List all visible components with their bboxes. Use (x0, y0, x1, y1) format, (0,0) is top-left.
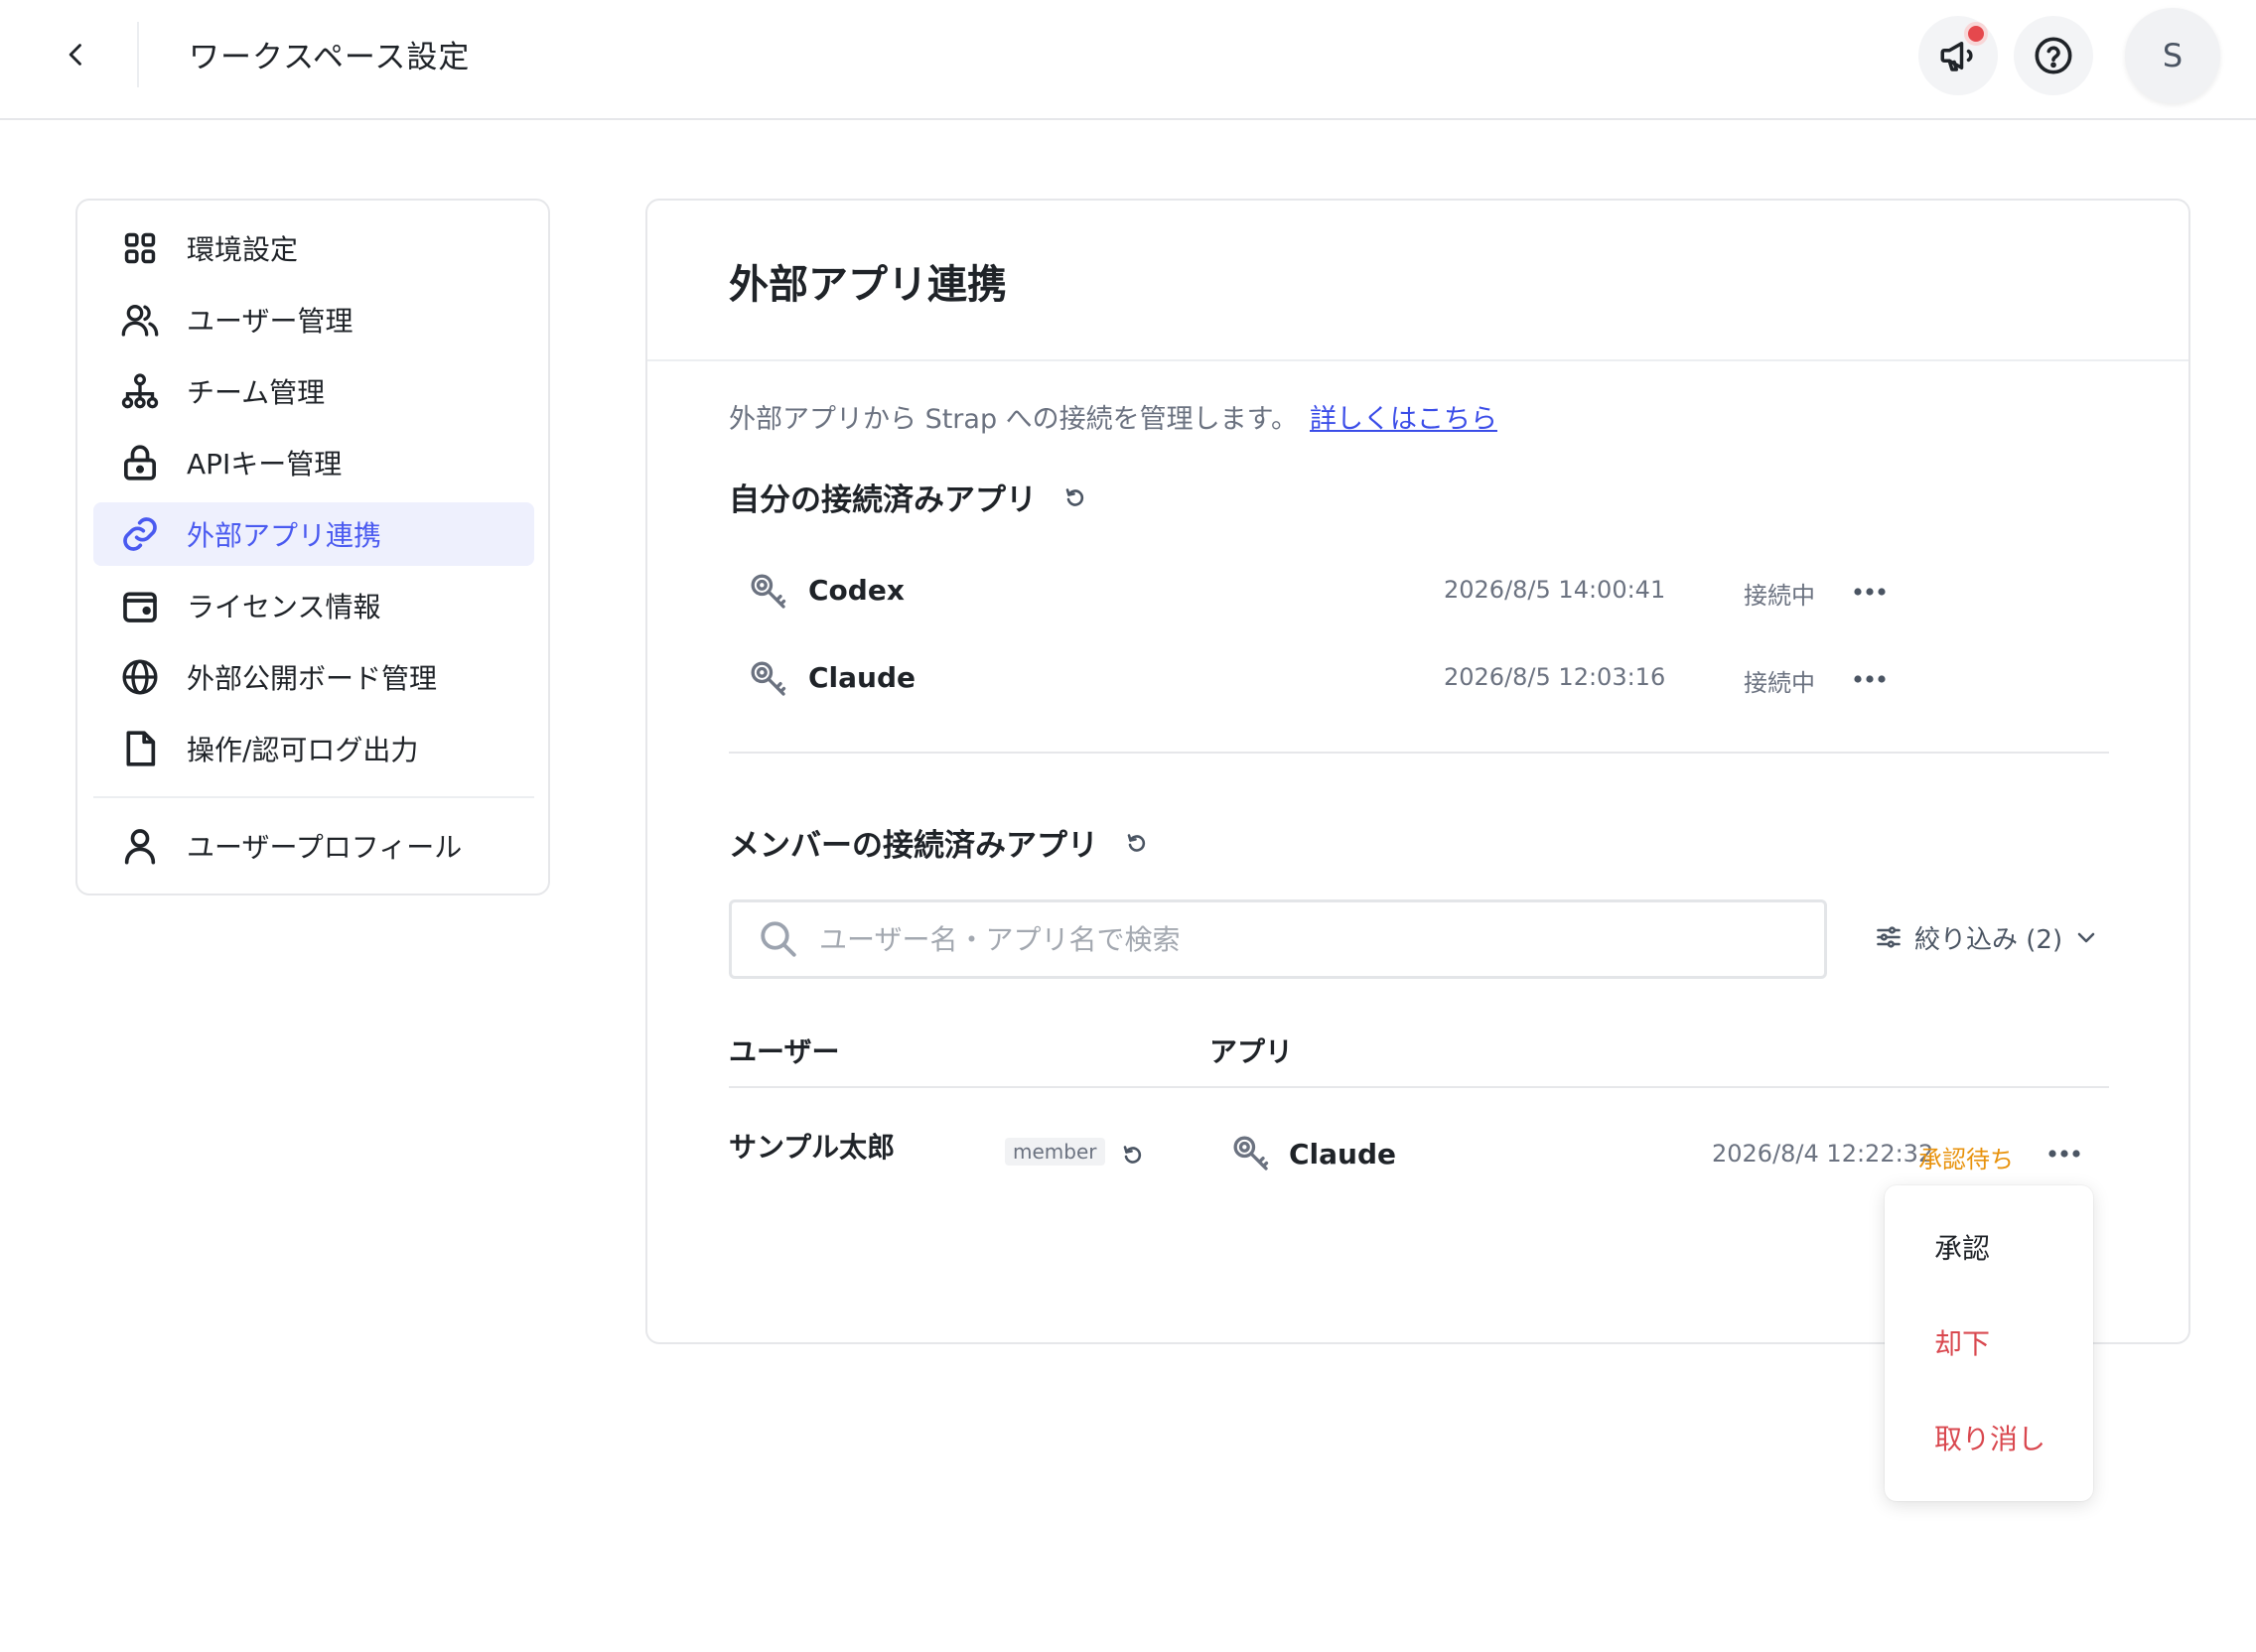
menu-item-reject[interactable]: 却下 (1885, 1303, 2093, 1382)
sidebar-divider (93, 796, 534, 798)
sidebar-item-label: ライセンス情報 (187, 591, 381, 623)
app-header: ワークスペース設定 S (0, 0, 2256, 120)
my-apps-refresh-button[interactable] (1058, 481, 1092, 514)
row-refresh-button[interactable] (1116, 1138, 1150, 1171)
connected-timestamp: 2026/8/5 14:00:41 (1444, 576, 1666, 604)
link-icon (119, 513, 161, 555)
description: 外部アプリから Strap への接続を管理します。 詳しくはこちら (729, 397, 1497, 436)
app-name: Claude (1289, 1138, 1397, 1170)
more-horizontal-icon (1854, 588, 1886, 596)
member-apps-refresh-button[interactable] (1120, 826, 1154, 860)
app-name: Claude (808, 661, 916, 694)
sliders-icon (1877, 926, 1901, 948)
lock-icon (119, 442, 161, 483)
connection-status: 接続中 (1744, 669, 1815, 697)
app-name: Codex (808, 574, 905, 607)
column-header-user: ユーザー (729, 1035, 840, 1068)
row-action-menu: 承認 却下 取り消し (1885, 1185, 2093, 1501)
my-apps-section-title: 自分の接続済みアプリ (729, 475, 1092, 519)
card-header-divider (647, 359, 2188, 361)
section-title-text: 自分の接続済みアプリ (729, 482, 1037, 518)
announcements-button[interactable] (1918, 16, 1998, 95)
learn-more-link[interactable]: 詳しくはこちら (1310, 404, 1497, 435)
sidebar-item-label: 外部公開ボード管理 (187, 662, 438, 695)
more-horizontal-icon (1854, 675, 1886, 683)
sidebar-item-public-boards[interactable]: 外部公開ボード管理 (93, 645, 534, 709)
refresh-icon (1127, 833, 1146, 852)
external-apps-card: 外部アプリ連携 外部アプリから Strap への接続を管理します。 詳しくはこちら… (645, 199, 2190, 1344)
sidebar-item-teams[interactable]: チーム管理 (93, 359, 534, 423)
my-app-row: Claude 2026/8/5 12:03:16 接続中 (729, 639, 2109, 719)
connected-timestamp: 2026/8/5 12:03:16 (1444, 663, 1666, 691)
member-apps-section-title: メンバーの接続済みアプリ (729, 820, 1154, 865)
chevron-left-icon (69, 44, 81, 66)
section-title-text: メンバーの接続済みアプリ (729, 828, 1098, 864)
sidebar-item-label: ユーザープロフィール (187, 831, 463, 864)
connected-timestamp: 2026/8/4 12:22:32 (1712, 1140, 1934, 1168)
sidebar-item-api-keys[interactable]: APIキー管理 (93, 431, 534, 494)
sidebar-item-environment[interactable]: 環境設定 (93, 216, 534, 280)
key-icon (1233, 1136, 1269, 1170)
sidebar-item-label: チーム管理 (187, 376, 326, 409)
sidebar-item-label: ユーザー管理 (187, 305, 353, 338)
sidebar-item-users[interactable]: ユーザー管理 (93, 288, 534, 351)
sidebar-item-external-apps[interactable]: 外部アプリ連携 (93, 502, 534, 566)
row-more-button[interactable] (1845, 659, 1895, 699)
page-title: ワークスペース設定 (189, 40, 471, 75)
grid-icon (119, 227, 161, 269)
key-icon (751, 574, 786, 609)
row-more-button[interactable] (2040, 1134, 2089, 1173)
search-icon (761, 921, 796, 957)
connection-status: 接続中 (1744, 582, 1815, 610)
help-circle-icon (2035, 37, 2072, 74)
sidebar-item-audit-logs[interactable]: 操作/認可ログ出力 (93, 717, 534, 780)
pending-status: 承認待ち (1918, 1146, 2014, 1173)
sidebar-item-label: 外部アプリ連携 (187, 519, 382, 552)
table-header-divider (729, 1086, 2109, 1088)
more-horizontal-icon (2048, 1150, 2080, 1158)
wallet-icon (119, 585, 161, 626)
sidebar-item-license[interactable]: ライセンス情報 (93, 574, 534, 637)
sidebar-item-label: APIキー管理 (187, 448, 343, 481)
refresh-icon (1065, 487, 1084, 506)
section-divider (729, 752, 2109, 754)
chevron-down-icon (2077, 932, 2095, 943)
users-icon (119, 299, 161, 341)
card-title: 外部アプリ連携 (729, 262, 1007, 308)
column-header-app: アプリ (1209, 1035, 1294, 1068)
row-more-button[interactable] (1845, 572, 1895, 612)
member-search-box (729, 899, 1827, 979)
sidebar-item-label: 環境設定 (187, 233, 299, 266)
globe-icon (119, 656, 161, 698)
help-button[interactable] (2014, 16, 2093, 95)
notification-dot (1964, 22, 1988, 46)
sidebar-item-label: 操作/認可ログ出力 (187, 734, 419, 766)
filter-button[interactable]: 絞り込み (2) (1875, 909, 2098, 965)
description-text: 外部アプリから Strap への接続を管理します。 (729, 404, 1298, 435)
settings-sidebar: 環境設定 ユーザー管理 チーム管理 APIキー管理 外部アプリ連携 ライセンス情… (75, 199, 550, 895)
key-icon (751, 661, 786, 696)
filter-label: 絞り込み (2) (1914, 924, 2063, 955)
role-badge: member (1005, 1138, 1105, 1166)
org-chart-icon (119, 370, 161, 412)
back-button[interactable] (52, 30, 101, 79)
member-search-input[interactable] (819, 922, 1792, 956)
user-icon (119, 825, 161, 867)
refresh-icon (1123, 1146, 1142, 1164)
sidebar-item-user-profile[interactable]: ユーザープロフィール (93, 814, 534, 878)
header-divider (137, 22, 139, 87)
my-app-row: Codex 2026/8/5 14:00:41 接続中 (729, 552, 2109, 631)
member-user-name: サンプル太郎 (729, 1131, 896, 1164)
menu-item-approve[interactable]: 承認 (1885, 1207, 2093, 1287)
menu-item-revoke[interactable]: 取り消し (1885, 1398, 2093, 1477)
user-avatar[interactable]: S (2125, 8, 2220, 103)
file-icon (119, 728, 161, 769)
avatar-initial: S (2162, 37, 2184, 74)
